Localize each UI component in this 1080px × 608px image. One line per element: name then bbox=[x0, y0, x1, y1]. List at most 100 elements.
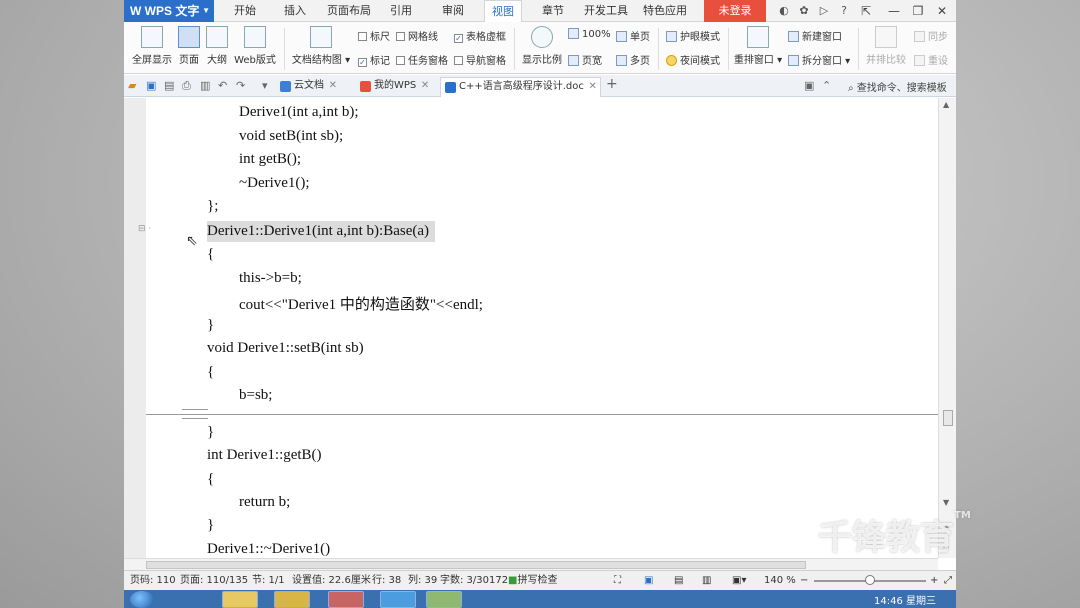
full-screen-button[interactable]: 全屏显示 bbox=[130, 26, 174, 66]
code-line: void setB(int sb); bbox=[239, 128, 344, 144]
new-window-button[interactable]: 新建窗口 bbox=[788, 28, 842, 43]
status-word-count[interactable]: 字数: 3/30172 bbox=[440, 571, 508, 590]
tab-view[interactable]: 视图 bbox=[484, 0, 522, 22]
quick-access-dropdown-icon[interactable]: ▾ bbox=[262, 79, 268, 92]
app-menu-button[interactable]: W WPS 文字 ▼ bbox=[124, 0, 214, 22]
code-line: int Derive1::getB() bbox=[207, 447, 322, 463]
reading-mode-icon[interactable]: ⛶ bbox=[614, 571, 621, 590]
settings-icon[interactable]: ✿ bbox=[794, 0, 814, 22]
page-view-status-icon[interactable]: ▣ bbox=[644, 571, 653, 590]
table-gridlines-checkbox[interactable]: ✓ 表格虚框 bbox=[454, 28, 506, 43]
side-by-side-button[interactable]: 并排比较 bbox=[864, 26, 908, 66]
tab-insert[interactable]: 插入 bbox=[278, 0, 312, 22]
zoom-out-icon[interactable]: − bbox=[800, 571, 808, 590]
multi-page-button[interactable]: 多页 bbox=[616, 52, 650, 67]
scroll-up-icon[interactable]: ▲ bbox=[943, 100, 949, 109]
ribbon-divider bbox=[658, 28, 659, 70]
pin-icon[interactable]: ▣ bbox=[804, 79, 814, 92]
horizontal-scrollbar[interactable] bbox=[124, 558, 938, 570]
vertical-scrollbar[interactable]: ▲ ▼ ⏶ ⏷ bbox=[938, 98, 956, 558]
single-page-button[interactable]: 单页 bbox=[616, 28, 650, 43]
print-icon[interactable]: ⎙ bbox=[182, 79, 191, 93]
skin-icon[interactable]: ◐ bbox=[774, 0, 794, 22]
export-pdf-icon[interactable]: ▥ bbox=[200, 79, 210, 92]
task-pane-checkbox[interactable]: 任务窗格 bbox=[396, 52, 448, 67]
spell-check-toggle[interactable]: ■拼写检查 bbox=[508, 571, 557, 590]
zoom-100-button[interactable]: 100% bbox=[568, 28, 611, 40]
view-dropdown-icon[interactable]: ▣▾ bbox=[732, 571, 746, 590]
zoom-value[interactable]: 140 % bbox=[764, 571, 796, 590]
sync-button[interactable]: 同步 bbox=[914, 28, 948, 43]
undo-icon[interactable]: ↶ bbox=[218, 79, 227, 92]
horizontal-scrollbar-thumb[interactable] bbox=[146, 561, 806, 569]
gridlines-checkbox[interactable]: 网格线 bbox=[396, 28, 438, 43]
start-button[interactable] bbox=[130, 591, 154, 608]
save-icon[interactable]: ▣ bbox=[146, 79, 156, 92]
open-folder-icon[interactable]: ▰ bbox=[128, 79, 136, 92]
tab-my-wps[interactable]: 我的WPS ✕ bbox=[356, 77, 432, 97]
zoom-button[interactable]: 显示比例 bbox=[520, 26, 564, 66]
ruler-checkbox[interactable]: 标尺 bbox=[358, 28, 390, 43]
nav-pane-checkbox[interactable]: 导航窗格 bbox=[454, 52, 506, 67]
minimize-button[interactable]: — bbox=[882, 0, 906, 22]
tab-page-layout[interactable]: 页面布局 bbox=[324, 0, 374, 22]
maximize-button[interactable]: ❐ bbox=[906, 0, 930, 22]
fit-window-icon[interactable]: ⤢ bbox=[944, 571, 952, 590]
editor-taskbar-icon[interactable] bbox=[426, 591, 462, 608]
web-layout-button[interactable]: Web版式 bbox=[232, 26, 278, 66]
app-taskbar-icon[interactable] bbox=[274, 591, 310, 608]
night-mode-button[interactable]: 夜间模式 bbox=[666, 52, 720, 67]
tab-developer[interactable]: 开发工具 bbox=[582, 0, 630, 22]
page-view-button[interactable]: 页面 bbox=[176, 26, 202, 66]
share-icon[interactable]: ▷ bbox=[814, 0, 834, 22]
explorer-taskbar-icon[interactable] bbox=[222, 591, 258, 608]
status-page-number: 页码: 110 bbox=[130, 575, 176, 586]
browser-taskbar-icon[interactable] bbox=[328, 591, 364, 608]
close-icon[interactable]: ✕ bbox=[329, 77, 337, 95]
command-search[interactable]: ⌕ 查找命令、搜索模板 bbox=[848, 79, 947, 94]
checked-icon: ✓ bbox=[454, 34, 463, 43]
rearrange-window-button[interactable]: 重排窗口 ▾ bbox=[732, 26, 784, 66]
redo-icon[interactable]: ↷ bbox=[236, 79, 245, 92]
print-preview-icon[interactable]: ▤ bbox=[164, 79, 174, 92]
code-line: Derive1::~Derive1() bbox=[207, 541, 331, 557]
tab-current-document[interactable]: C++语言高级程序设计.doc ✕ bbox=[440, 77, 601, 97]
zoom-in-icon[interactable]: + bbox=[930, 571, 938, 590]
wps-taskbar-icon[interactable] bbox=[380, 591, 416, 608]
clock-time[interactable]: 14:46 bbox=[874, 596, 903, 607]
scroll-down-icon[interactable]: ▼ bbox=[943, 498, 949, 507]
paragraph-mark-icon: ⊟ · bbox=[138, 224, 152, 234]
watermark-text: 千锋教育 bbox=[818, 518, 954, 558]
tab-cloud-docs[interactable]: 云文档 ✕ bbox=[276, 77, 340, 97]
page-break bbox=[146, 414, 938, 415]
restore-ribbon-icon[interactable]: ⇱ bbox=[854, 0, 878, 22]
close-button[interactable]: ✕ bbox=[930, 0, 954, 22]
new-tab-button[interactable]: + bbox=[606, 76, 618, 92]
login-button[interactable]: 未登录 bbox=[704, 0, 766, 22]
wps-writer-window: W WPS 文字 ▼ 开始 插入 页面布局 引用 审阅 视图 章节 开发工具 特… bbox=[124, 0, 956, 590]
scrollbar-thumb[interactable] bbox=[943, 410, 953, 426]
zoom-slider-knob[interactable] bbox=[865, 575, 875, 585]
watermark: 千锋教育TM bbox=[818, 510, 971, 559]
marks-checkbox[interactable]: ✓ 标记 bbox=[358, 52, 390, 67]
web-view-status-icon[interactable]: ▥ bbox=[702, 571, 711, 590]
eye-mode-label: 护眼模式 bbox=[680, 32, 720, 43]
selected-code-line[interactable]: Derive1::Derive1(int a,int b):Base(a) bbox=[207, 221, 435, 242]
tab-review[interactable]: 审阅 bbox=[436, 0, 470, 22]
collapse-icon[interactable]: ⌃ bbox=[822, 79, 831, 92]
close-icon[interactable]: ✕ bbox=[421, 77, 429, 95]
eye-mode-button[interactable]: 护眼模式 bbox=[666, 28, 720, 43]
tab-special[interactable]: 特色应用 bbox=[640, 0, 690, 22]
split-window-button[interactable]: 拆分窗口 ▾ bbox=[788, 52, 850, 67]
outline-status-icon[interactable]: ▤ bbox=[674, 571, 683, 590]
tab-home[interactable]: 开始 bbox=[228, 0, 262, 22]
page-width-button[interactable]: 页宽 bbox=[568, 52, 602, 67]
zoom-100-label: 100% bbox=[582, 29, 611, 40]
close-icon[interactable]: ✕ bbox=[589, 78, 597, 96]
doc-structure-button[interactable]: 文档结构图 ▾ bbox=[290, 26, 352, 66]
tab-chapter[interactable]: 章节 bbox=[536, 0, 570, 22]
help-icon[interactable]: ? bbox=[834, 0, 854, 22]
tab-references[interactable]: 引用 bbox=[384, 0, 418, 22]
outline-view-button[interactable]: 大纲 bbox=[204, 26, 230, 66]
reset-button[interactable]: 重设 bbox=[914, 52, 948, 67]
